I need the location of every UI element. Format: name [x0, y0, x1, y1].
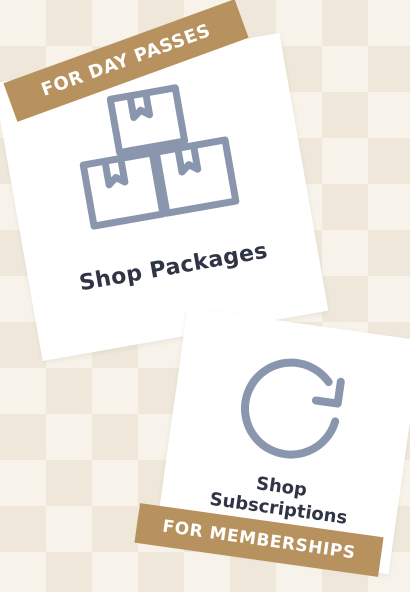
- shop-packages-label: Shop Packages: [77, 238, 270, 297]
- refresh-icon: [225, 342, 361, 478]
- packages-icon: [58, 71, 251, 248]
